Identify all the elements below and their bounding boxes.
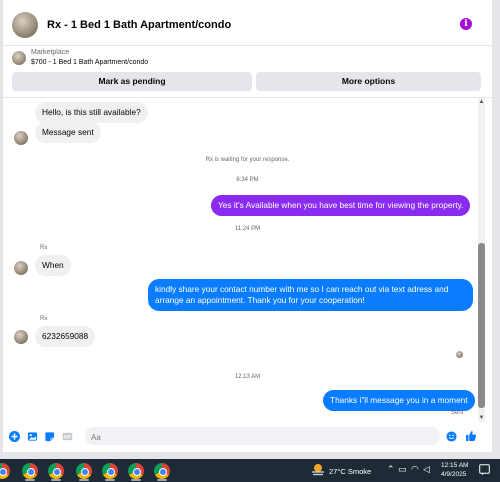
read-receipt-avatar xyxy=(456,351,463,358)
incoming-message: Hello, is this still available? xyxy=(35,102,148,123)
outgoing-message: Yes it's Available when you have best ti… xyxy=(211,195,471,216)
chrome-icon[interactable] xyxy=(102,463,118,479)
mark-as-pending-button[interactable]: Mark as pending xyxy=(12,72,252,91)
message-line: kindly share your contact number with me… xyxy=(155,284,449,294)
listing-title[interactable]: $700 - 1 Bed 1 Bath Apartment/condo xyxy=(31,59,148,66)
gif-icon[interactable]: GIF xyxy=(62,431,73,442)
chrome-icon[interactable] xyxy=(22,463,38,479)
chrome-icon[interactable] xyxy=(76,463,92,479)
outgoing-message: Thanks i"ll message you in a moment xyxy=(323,390,475,411)
thumbs-up-icon[interactable] xyxy=(465,430,477,442)
active-indicator xyxy=(131,479,141,481)
scroll-down-arrow[interactable]: ▼ xyxy=(478,414,485,422)
more-options-button[interactable]: More options xyxy=(256,72,481,91)
active-indicator xyxy=(51,479,61,481)
message-input[interactable] xyxy=(85,428,440,447)
network-icon[interactable]: ▭ xyxy=(398,465,407,475)
chrome-icon[interactable] xyxy=(0,463,10,479)
avatar xyxy=(14,131,28,145)
active-indicator xyxy=(79,479,89,481)
composer: GIF xyxy=(3,422,492,450)
chrome-icon[interactable] xyxy=(48,463,64,479)
incoming-message: When xyxy=(35,255,71,276)
taskbar: 27°C Smoke ⌃ ▭ ◠ ◁ 12:15 AM 4/9/2025 xyxy=(0,459,500,482)
active-indicator xyxy=(157,479,167,481)
marketplace-listing-bar: Marketplace $700 - 1 Bed 1 Bath Apartmen… xyxy=(3,46,492,98)
waiting-notice: Rx is waiting for your response. xyxy=(205,157,290,163)
volume-icon[interactable]: ◁ xyxy=(423,465,430,475)
message-list: Hello, is this still available? Message … xyxy=(3,98,492,422)
avatar xyxy=(14,330,28,344)
clock-date[interactable]: 4/9/2025 xyxy=(441,471,466,478)
listing-thumbnail[interactable] xyxy=(12,51,26,65)
active-indicator xyxy=(105,479,115,481)
clock-time[interactable]: 12:15 AM xyxy=(441,462,468,469)
incoming-message: 6232659088 xyxy=(35,326,96,347)
chevron-up-icon[interactable]: ⌃ xyxy=(387,465,395,475)
plus-icon[interactable] xyxy=(9,431,20,442)
timestamp: 6:34 PM xyxy=(236,177,259,183)
active-indicator xyxy=(25,479,35,481)
incoming-message: Message sent xyxy=(35,122,101,143)
message-line: arrange an appointment. Thank you for yo… xyxy=(155,295,365,305)
notification-icon[interactable] xyxy=(479,464,490,476)
timestamp: 11:24 PM xyxy=(234,226,261,232)
scroll-up-arrow[interactable]: ▲ xyxy=(478,98,485,106)
sender-name: Rx xyxy=(40,316,48,322)
sent-status: Sent xyxy=(451,410,464,416)
chat-window: Rx - 1 Bed 1 Bath Apartment/condo i Mark… xyxy=(3,0,492,452)
emoji-icon[interactable] xyxy=(446,431,457,442)
avatar[interactable] xyxy=(12,12,38,38)
scrollbar[interactable]: ▲ ▼ xyxy=(478,98,485,422)
scrollbar-thumb[interactable] xyxy=(478,243,485,408)
wifi-icon[interactable]: ◠ xyxy=(411,465,419,475)
chrome-icon[interactable] xyxy=(128,463,144,479)
chat-title[interactable]: Rx - 1 Bed 1 Bath Apartment/condo xyxy=(47,19,231,31)
svg-text:GIF: GIF xyxy=(64,434,72,439)
image-icon[interactable] xyxy=(27,431,38,442)
sticker-icon[interactable] xyxy=(44,431,55,442)
message-input-container[interactable] xyxy=(85,427,440,447)
info-icon[interactable]: i xyxy=(460,18,472,30)
chrome-icon[interactable] xyxy=(154,463,170,479)
chat-header: Rx - 1 Bed 1 Bath Apartment/condo i xyxy=(3,0,492,46)
weather-text[interactable]: 27°C Smoke xyxy=(329,467,371,476)
outgoing-message: kindly share your contact number with me… xyxy=(148,279,473,311)
sender-name: Rx xyxy=(40,245,48,251)
avatar xyxy=(14,261,28,275)
marketplace-label: Marketplace xyxy=(31,49,70,56)
timestamp: 12:13 AM xyxy=(234,374,261,380)
weather-smoke-icon[interactable] xyxy=(310,463,326,477)
